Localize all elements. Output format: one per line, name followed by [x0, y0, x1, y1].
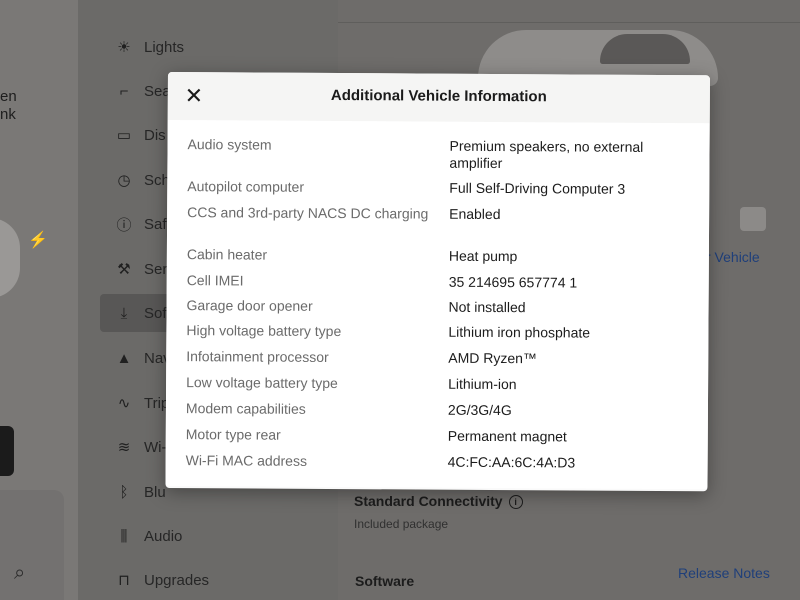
- info-row-value: Full Self-Driving Computer 3: [449, 179, 626, 197]
- safety-icon: ⓘ: [116, 216, 132, 234]
- modal-body: Audio system Premium speakers, no externa…: [165, 119, 710, 490]
- info-row-value: Not installed: [448, 298, 526, 316]
- search-icon[interactable]: ⌕: [14, 562, 25, 585]
- info-row-value: Permanent magnet: [447, 427, 567, 445]
- nav-item-1[interactable]: ⌐ Sea: [114, 76, 171, 106]
- bluetooth-icon: ᛒ: [119, 483, 129, 501]
- info-row-label: Garage door opener: [186, 297, 313, 314]
- info-icon[interactable]: i: [508, 495, 523, 510]
- lock-icon: ⊓: [118, 572, 130, 589]
- info-row-label: Infotainment processor: [186, 348, 329, 365]
- nav-item-7[interactable]: ▲ Nav: [114, 343, 171, 373]
- nav-item-label: Blu: [144, 483, 166, 501]
- additional-vehicle-info-modal: ✕ Additional Vehicle Information Audio s…: [165, 72, 710, 492]
- modal-header: ✕ Additional Vehicle Information: [167, 72, 710, 124]
- info-row-label: CCS and 3rd-party NACS DC charging: [187, 204, 429, 222]
- nav-item-label: Ser: [144, 260, 168, 278]
- nav-item-label: Wi-: [144, 438, 167, 456]
- info-row-label: Autopilot computer: [187, 178, 305, 195]
- trips-icon: ∿: [117, 395, 131, 412]
- nav-item-0[interactable]: ☀ Lights: [114, 32, 184, 62]
- info-row: Cabin heater Heat pump: [187, 246, 697, 266]
- info-row: CCS and 3rd-party NACS DC charging Enable…: [187, 204, 697, 224]
- vehicle-link[interactable]: r Vehicle: [706, 249, 760, 265]
- left-partial-text-2: nk: [0, 106, 16, 123]
- nav-item-label: Sch: [144, 171, 170, 189]
- nav-item-label: Lights: [144, 38, 185, 56]
- nav-item-6[interactable]: ⤓ Sof: [114, 298, 167, 328]
- vehicle-window: [600, 34, 690, 64]
- top-divider: [338, 22, 800, 23]
- info-row: Garage door opener Not installed: [187, 297, 697, 317]
- software-heading: Software: [355, 573, 415, 589]
- info-row: Low voltage battery type Lithium-ion: [186, 374, 696, 394]
- seat-icon: ⌐: [119, 82, 129, 100]
- display-icon: ▭: [116, 127, 132, 144]
- wifi-icon: ≋: [117, 439, 131, 456]
- car-thumbnail: [0, 218, 20, 298]
- nav-item-10[interactable]: ᛒ Blu: [114, 477, 166, 507]
- info-row-value: 2G/3G/4G: [447, 401, 512, 419]
- info-row-value: 35 214695 657774 1: [448, 273, 578, 291]
- left-dark-control[interactable]: [0, 426, 14, 476]
- left-partial-text-1: en: [0, 88, 17, 105]
- nav-item-label: Audio: [144, 527, 183, 545]
- lightbulb-icon: ☀: [117, 39, 131, 56]
- nav-item-3[interactable]: ◷ Sch: [114, 165, 170, 195]
- info-row: Wi-Fi MAC address 4C:FC:AA:6C:4A:D3: [186, 452, 696, 472]
- info-row: Modem capabilities 2G/3G/4G: [186, 400, 696, 420]
- nav-item-label: Saf: [144, 215, 167, 233]
- info-row-label: Cabin heater: [186, 246, 268, 263]
- nav-item-4[interactable]: ⓘ Saf: [114, 209, 167, 239]
- bolt-icon: ⚡: [28, 232, 48, 249]
- left-panel: en nk ⚡ ⌕: [0, 0, 78, 600]
- info-row-label: High voltage battery type: [186, 322, 342, 340]
- info-row-label: Motor type rear: [185, 426, 281, 443]
- release-notes-link[interactable]: Release Notes: [678, 565, 770, 581]
- info-row-value: AMD Ryzen™: [448, 349, 537, 367]
- info-row: Cell IMEI 35 214695 657774 1: [187, 272, 697, 292]
- info-row-label: Modem capabilities: [185, 400, 306, 417]
- nav-item-5[interactable]: ⚒ Ser: [114, 254, 167, 284]
- info-row-label: Cell IMEI: [186, 272, 244, 289]
- nav-item-label: Sof: [144, 304, 167, 322]
- info-row: Infotainment processor AMD Ryzen™: [186, 348, 696, 368]
- nav-item-11[interactable]: ⫼ Audio: [114, 521, 183, 551]
- nav-item-8[interactable]: ∿ Trip: [114, 388, 170, 418]
- background-toggle[interactable]: [740, 207, 766, 231]
- standard-connectivity-heading: Standard Connectivity i: [354, 493, 523, 510]
- info-row-value: Lithium iron phosphate: [448, 323, 591, 341]
- nav-item-9[interactable]: ≋ Wi-: [114, 432, 167, 462]
- left-bottom-card: [0, 490, 64, 600]
- info-row: Audio system Premium speakers, no externa…: [187, 136, 697, 173]
- info-row-label: Wi-Fi MAC address: [185, 452, 308, 469]
- download-icon: ⤓: [120, 304, 128, 322]
- clock-icon: ◷: [117, 172, 131, 189]
- info-row-value: 4C:FC:AA:6C:4A:D3: [447, 453, 576, 471]
- navigation-icon: ▲: [116, 349, 132, 367]
- info-row-label: Low voltage battery type: [186, 374, 338, 392]
- nav-item-label: Dis: [144, 126, 166, 144]
- nav-item-2[interactable]: ▭ Dis: [114, 120, 166, 150]
- included-package-text: Included package: [354, 517, 449, 531]
- info-row: High voltage battery type Lithium iron ph…: [186, 322, 696, 342]
- info-row-label: Audio system: [187, 136, 272, 153]
- info-row: Motor type rear Permanent magnet: [186, 426, 696, 446]
- modal-title: Additional Vehicle Information: [330, 86, 547, 106]
- audio-icon: ⫼: [120, 527, 128, 545]
- nav-item-12[interactable]: ⊓ Upgrades: [114, 565, 209, 595]
- info-row-value: Premium speakers, no external amplifier: [449, 137, 644, 172]
- standard-connectivity-label: Standard Connectivity: [354, 493, 503, 509]
- info-row-value: Lithium-ion: [448, 375, 517, 393]
- info-row-value: Heat pump: [448, 247, 518, 265]
- info-row-value: Enabled: [449, 205, 501, 223]
- nav-item-label: Sea: [144, 82, 171, 100]
- info-row: Autopilot computer Full Self-Driving Comp…: [187, 178, 697, 198]
- nav-item-label: Upgrades: [144, 571, 210, 589]
- wrench-icon: ⚒: [117, 261, 131, 278]
